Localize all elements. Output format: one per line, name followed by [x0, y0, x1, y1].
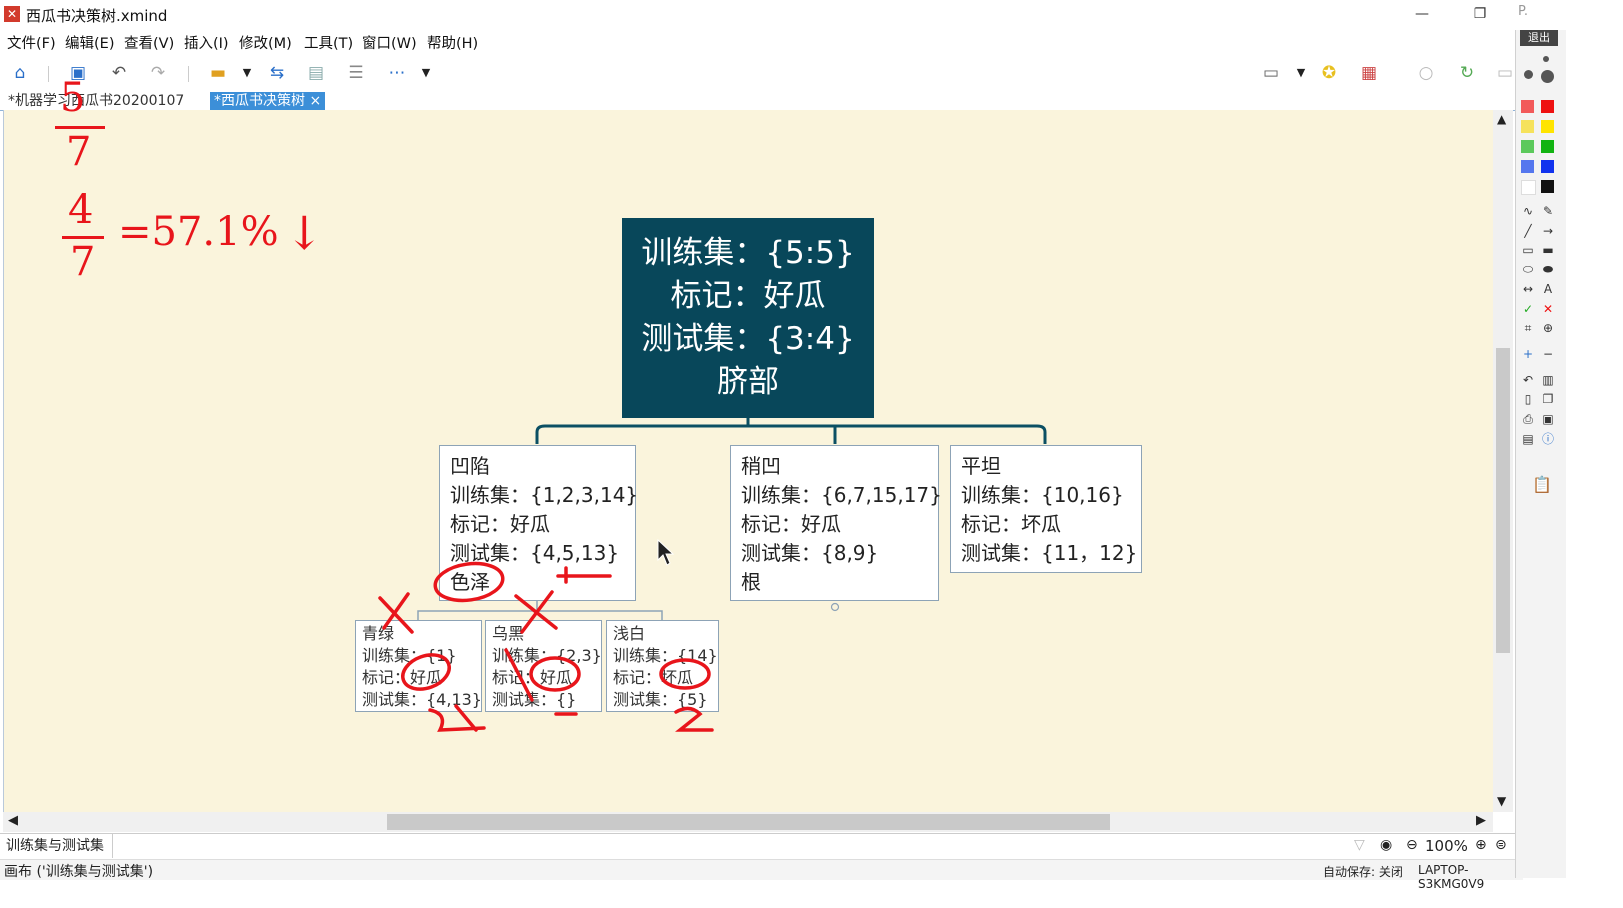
scroll-left-icon[interactable]: ◀ [8, 813, 18, 828]
sheet-bar: 训练集与测试集 ▽ ◉ ⊖ 100% ⊕ ⊜ [0, 833, 1515, 860]
color-swatch-black[interactable] [1541, 180, 1554, 193]
scroll-up-icon[interactable]: ▲ [1497, 112, 1506, 126]
zoom-menu-icon[interactable]: ⊜ [1495, 837, 1507, 853]
filled-rectangle-tool-icon[interactable]: ▬ [1540, 243, 1556, 257]
color-swatch-light-green[interactable] [1521, 140, 1534, 153]
copy-icon[interactable]: ❐ [1540, 392, 1556, 406]
color-swatch-blue[interactable] [1541, 160, 1554, 173]
sheet-tab[interactable]: 训练集与测试集 [0, 834, 113, 858]
pen-size-small-icon[interactable] [1543, 56, 1549, 62]
color-swatch-light-blue[interactable] [1521, 160, 1534, 173]
highlighter-icon[interactable]: ✎ [1540, 204, 1556, 218]
crop-icon[interactable]: ⌗ [1520, 321, 1536, 335]
clipboard-icon[interactable]: 📋 [1532, 477, 1552, 493]
line-tool-icon[interactable]: ╱ [1520, 224, 1536, 238]
zoom-in-icon[interactable]: ⊕ [1475, 837, 1487, 853]
color-swatch-yellow[interactable] [1541, 120, 1554, 133]
color-swatch-white[interactable] [1521, 180, 1536, 195]
double-arrow-tool-icon[interactable]: ↔ [1520, 282, 1536, 296]
arrow-tool-icon[interactable]: → [1540, 224, 1556, 238]
info-icon[interactable]: ⓘ [1540, 432, 1556, 446]
eye-icon[interactable]: ◉ [1380, 837, 1392, 853]
overlay-tab-label: P. [1518, 4, 1528, 19]
rectangle-tool-icon[interactable]: ▭ [1520, 243, 1536, 257]
zoom-minus-icon[interactable]: − [1540, 347, 1556, 361]
status-bar: 画布 ('训练集与测试集') 自动保存: 关闭 LAPTOP-S3KMG0V9 [0, 859, 1523, 891]
pen-size-large-icon[interactable] [1541, 70, 1554, 83]
pen-palette: 退出 ∿ ✎ ╱ → ▭ ▬ ⬭ ⬬ ↔ A ✓ ✕ ⌗ ⊕ + − ↶ ▥ ▯… [1515, 30, 1566, 878]
filter-icon[interactable]: ▽ [1354, 837, 1365, 853]
undo-drawing-icon[interactable]: ↶ [1520, 373, 1536, 387]
zoom-out-icon[interactable]: ⊖ [1406, 837, 1418, 853]
magnifier-icon[interactable]: ⊕ [1540, 321, 1556, 335]
share-icon[interactable]: ▭ [1494, 62, 1516, 84]
new-page-icon[interactable]: ▯ [1520, 392, 1536, 406]
check-mark-icon[interactable]: ✓ [1520, 302, 1536, 316]
screen-icon[interactable]: ▤ [1520, 432, 1536, 446]
zoom-plus-icon[interactable]: + [1520, 347, 1536, 361]
print-icon[interactable]: ⎙ [1520, 412, 1536, 426]
annotation-ink-marks [378, 538, 714, 732]
color-swatch-red[interactable] [1541, 100, 1554, 113]
text-tool-icon[interactable]: A [1540, 282, 1556, 296]
exit-button[interactable]: 退出 [1520, 30, 1558, 46]
save-drawing-icon[interactable]: ▣ [1540, 412, 1556, 426]
status-text: 画布 ('训练集与测试集') [4, 864, 154, 880]
trash-icon[interactable]: ▥ [1540, 373, 1556, 387]
ellipse-tool-icon[interactable]: ⬭ [1520, 262, 1536, 276]
color-swatch-light-yellow[interactable] [1521, 120, 1534, 133]
autosave-status: 自动保存: 关闭 [1323, 865, 1403, 879]
filled-ellipse-tool-icon[interactable]: ⬬ [1540, 262, 1556, 276]
cross-mark-icon[interactable]: ✕ [1540, 302, 1556, 316]
color-swatch-light-red[interactable] [1521, 100, 1534, 113]
color-swatch-green[interactable] [1541, 140, 1554, 153]
pen-size-medium-icon[interactable] [1524, 70, 1533, 79]
vertical-scroll-thumb[interactable] [1496, 348, 1510, 653]
freehand-pen-icon[interactable]: ∿ [1520, 204, 1536, 218]
scroll-right-icon[interactable]: ▶ [1476, 813, 1486, 828]
computer-name: LAPTOP-S3KMG0V9 [1418, 863, 1485, 891]
horizontal-scroll-thumb[interactable] [387, 814, 1110, 830]
zoom-level: 100% [1425, 837, 1468, 855]
scroll-down-icon[interactable]: ▼ [1497, 794, 1506, 808]
